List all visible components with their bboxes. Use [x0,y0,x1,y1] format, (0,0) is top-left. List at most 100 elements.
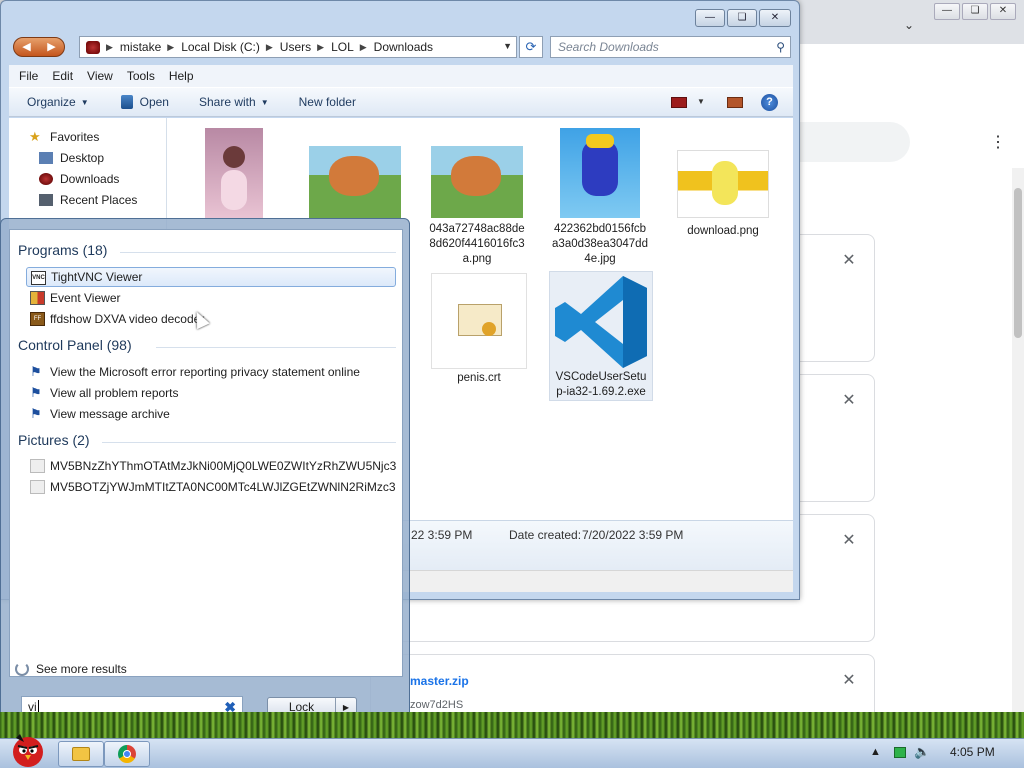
preview-pane-icon[interactable] [727,97,743,108]
result-event-viewer[interactable]: Event Viewer [26,288,396,308]
date-modified-value: 22 3:59 PM [411,528,473,542]
result-tightvnc-viewer[interactable]: VNC TightVNC Viewer [26,267,396,287]
breadcrumb-item[interactable]: Users [280,40,311,54]
file-item[interactable]: 043a72748ac88de 8d620f4416016fc3 a.png [429,146,525,267]
file-name-line: 4e.jpg [584,253,616,265]
downloads-more-icon[interactable]: ⋮ [990,132,1006,152]
breadcrumb-chevron-icon[interactable]: ▶ [317,42,324,53]
taskbar-clock[interactable]: 4:05 PM [950,745,995,759]
result-label: View the Microsoft error reporting priva… [50,365,360,379]
breadcrumb-item[interactable]: LOL [331,40,354,54]
result-ffdshow[interactable]: FF ffdshow DXVA video decoder [26,309,396,329]
computer-icon [86,40,100,54]
network-icon[interactable] [894,747,906,758]
chrome-minimize-button[interactable]: — [934,3,960,20]
chrome-close-button[interactable]: ✕ [990,3,1016,20]
back-forward-buttons: ◀ ▶ [13,37,65,57]
breadcrumb-item[interactable]: Local Disk (C:) [181,40,260,54]
see-more-results-label: See more results [36,662,127,676]
result-label: TightVNC Viewer [51,270,143,284]
breadcrumb-chevron-icon[interactable]: ▶ [106,42,113,53]
chrome-scrollbar[interactable] [1012,168,1024,712]
file-name-line: 422362bd0156fcb [553,223,647,235]
address-bar[interactable]: ▶ mistake ▶ Local Disk (C:) ▶ Users ▶ LO… [79,36,517,58]
download-file-link[interactable]: master.zip [410,674,469,688]
taskbar-bar: ▲ 🔈 4:05 PM [0,738,1024,768]
forward-arrow-icon[interactable]: ▶ [39,38,64,56]
result-problem-reports[interactable]: ⚑ View all problem reports [26,383,396,403]
see-more-results-link[interactable]: See more results [15,662,127,676]
refresh-icon[interactable]: ⟳ [519,36,543,58]
result-message-archive[interactable]: ⚑ View message archive [26,404,396,424]
address-dropdown-icon[interactable]: ▼ [503,41,512,51]
search-icon[interactable]: ⚲ [776,37,785,57]
pictures-header[interactable]: Pictures (2) [18,432,90,448]
breadcrumb-chevron-icon[interactable]: ▶ [266,42,273,53]
programs-header[interactable]: Programs (18) [18,242,107,258]
change-view-icon[interactable] [671,97,687,108]
taskbar-chrome-button[interactable] [104,741,150,767]
share-with-button[interactable]: Share with ▼ [199,95,269,109]
result-error-reporting-privacy[interactable]: ⚑ View the Microsoft error reporting pri… [26,362,396,382]
nav-favorites[interactable]: ★ Favorites [29,130,99,144]
pony-fight-thumbnail [309,146,401,218]
control-panel-header[interactable]: Control Panel (98) [18,337,132,353]
file-item[interactable]: download.png [675,150,771,239]
nav-recent-places[interactable]: Recent Places [39,193,137,207]
nav-desktop[interactable]: Desktop [39,151,104,165]
breadcrumb-item[interactable]: mistake [120,40,161,54]
explorer-close-button[interactable]: ✕ [759,9,791,27]
result-picture[interactable]: MV5BOTZjYWJmMTItZTA0NC00MTc4LWJlZGEtZWNl… [26,477,396,497]
recent-places-icon [39,194,53,206]
section-divider [102,442,396,443]
remove-download-icon[interactable]: ✕ [840,252,858,270]
share-with-label: Share with [198,95,256,109]
menu-help[interactable]: Help [169,69,194,83]
explorer-maximize-button[interactable]: ❏ [727,9,757,27]
breadcrumb-chevron-icon[interactable]: ▶ [167,42,174,53]
search-downloads-input[interactable]: Search Downloads ⚲ [550,36,791,58]
file-item[interactable]: penis.crt [431,273,527,386]
desktop-wallpaper-strip [0,712,1024,738]
start-orb-angry-bird-icon[interactable] [8,730,48,768]
event-viewer-icon [30,291,45,305]
download-file-source: zow7d2HS [410,699,464,711]
vscode-icon [551,274,651,370]
file-name-line: p-ia32-1.69.2.exe [556,386,646,398]
chrome-maximize-button[interactable]: ❏ [962,3,988,20]
menu-file[interactable]: File [19,69,38,83]
menu-tools[interactable]: Tools [127,69,155,83]
open-button[interactable]: Open [120,95,169,109]
menu-bar: File Edit View Tools Help [9,65,793,87]
volume-icon[interactable]: 🔈 [914,744,930,760]
remove-download-icon[interactable]: ✕ [840,532,858,550]
menu-view[interactable]: View [87,69,113,83]
show-hidden-icons-icon[interactable]: ▲ [870,746,881,758]
file-item[interactable] [205,128,263,218]
new-folder-button[interactable]: New folder [299,95,356,109]
menu-edit[interactable]: Edit [52,69,73,83]
result-picture[interactable]: MV5BNzZhYThmOTAtMzJkNi00MjQ0LWE0ZWItYzRh… [26,456,396,476]
explorer-minimize-button[interactable]: — [695,9,725,27]
tab-search-chevron-icon[interactable]: ⌄ [904,18,914,32]
remove-download-icon[interactable]: ✕ [840,392,858,410]
breadcrumb-item[interactable]: Downloads [374,40,433,54]
file-item[interactable] [309,146,401,218]
result-label: View all problem reports [50,386,179,400]
remove-download-icon[interactable]: ✕ [840,672,858,690]
action-center-flag-icon: ⚑ [30,385,42,400]
file-name-line: download.png [687,225,759,237]
chrome-icon [118,745,136,763]
organize-button[interactable]: Organize ▼ [27,95,89,109]
file-item[interactable]: 422362bd0156fcb a3a0d38ea3047dd 4e.jpg [551,128,649,267]
help-icon[interactable]: ? [761,94,778,111]
nav-downloads[interactable]: Downloads [39,172,119,186]
breadcrumb-chevron-icon[interactable]: ▶ [360,42,367,53]
desktop-icon [39,152,53,164]
file-item-selected[interactable]: VSCodeUserSetu p-ia32-1.69.2.exe [549,271,653,401]
back-arrow-icon[interactable]: ◀ [14,38,39,56]
file-name-line: 8d620f4416016fc3 [429,238,525,250]
file-name-line: VSCodeUserSetu [555,371,647,383]
taskbar-explorer-button[interactable] [58,741,104,767]
view-dropdown-icon[interactable]: ▼ [697,97,705,106]
